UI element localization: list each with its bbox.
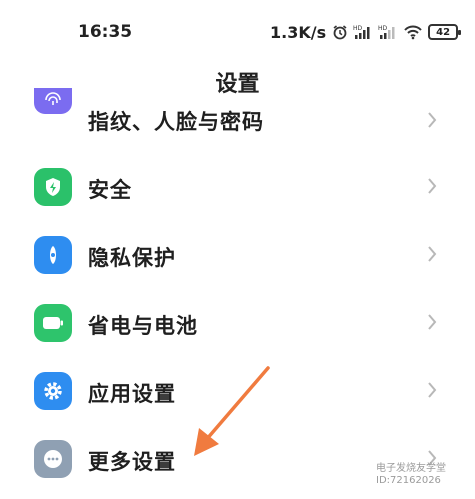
chevron-right-icon [426,312,438,336]
status-bar: 16:35 1.3K/s HD HD 42 [0,0,475,62]
settings-item-label: 隐私保护 [88,246,176,270]
settings-item-privacy[interactable]: 隐私保护 [0,222,475,290]
settings-item-security[interactable]: 安全 [0,154,475,222]
fingerprint-icon [34,88,72,114]
watermark-line: ID:72162026 [376,475,441,486]
settings-item-fingerprint[interactable]: 指纹、人脸与密码 [0,86,475,154]
chevron-right-icon [426,176,438,200]
battery-saver-icon [34,304,72,342]
settings-item-apps[interactable]: 应用设置 [0,358,475,426]
settings-item-label: 指纹、人脸与密码 [88,110,264,134]
battery-icon: 42 [428,24,462,40]
watermark-line: 电子发烧友学堂 [376,463,446,474]
status-time: 16:35 [78,22,133,42]
network-speed: 1.3K/s [270,22,327,42]
svg-text:HD: HD [378,25,388,32]
settings-item-label: 安全 [88,178,132,202]
settings-item-label: 省电与电池 [88,314,198,338]
chevron-right-icon [426,110,438,134]
alarm-icon [332,24,348,40]
chevron-right-icon [426,380,438,404]
settings-item-label: 更多设置 [88,450,176,474]
gear-icon [34,372,72,410]
wifi-icon [403,24,423,40]
settings-item-label: 应用设置 [88,382,176,406]
shield-bolt-icon [34,168,72,206]
watermark: 电子发烧友学堂 ID:72162026 [376,463,446,487]
hd-signal-icon: HD [378,24,398,40]
chevron-right-icon [426,244,438,268]
hd-signal-icon: HD [353,24,373,40]
status-icons: 1.3K/s HD HD 42 [270,20,462,44]
settings-item-battery[interactable]: 省电与电池 [0,290,475,358]
svg-text:HD: HD [353,25,363,32]
privacy-icon [34,236,72,274]
more-icon [34,440,72,478]
